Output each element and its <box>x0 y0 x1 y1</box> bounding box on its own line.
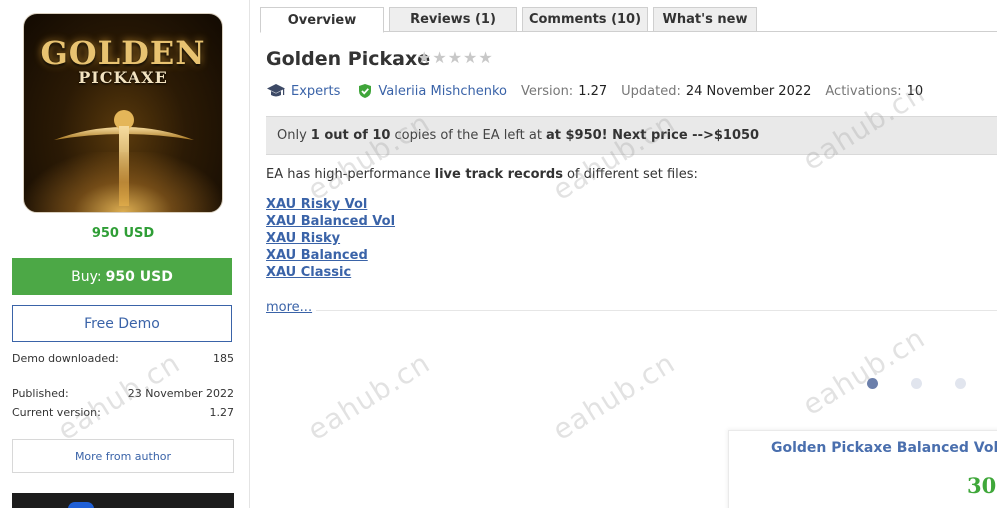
star-icon[interactable]: ★ <box>478 48 492 67</box>
price-label: 950 USD <box>91 226 155 241</box>
carousel-dot-1[interactable] <box>867 378 878 389</box>
version-value: 1.27 <box>578 83 608 99</box>
current-version-row: Current version: 1.27 <box>12 406 234 419</box>
notice-bold-2: at $950! Next price -->$1050 <box>545 128 760 143</box>
screenshot-card[interactable]: Golden Pickaxe Balanced Vol 30 <box>728 430 997 508</box>
published-label: Published: <box>12 387 69 400</box>
link-xau-balanced-vol[interactable]: XAU Balanced Vol <box>266 213 395 230</box>
description-text: EA has high-performance live track record… <box>266 167 698 182</box>
more-link[interactable]: more... <box>266 300 312 315</box>
carousel-dots <box>867 378 997 389</box>
product-image-subtitle: PICKAXE <box>78 68 168 87</box>
notice-bold-1: 1 out of 10 <box>310 128 391 143</box>
current-version-label: Current version: <box>12 406 101 419</box>
link-xau-classic[interactable]: XAU Classic <box>266 264 395 281</box>
set-file-links: XAU Risky Vol XAU Balanced Vol XAU Risky… <box>266 196 395 281</box>
demo-downloaded-label: Demo downloaded: <box>12 352 119 365</box>
link-xau-risky-vol[interactable]: XAU Risky Vol <box>266 196 395 213</box>
tab-comments[interactable]: Comments (10) <box>522 7 648 32</box>
more-from-author-button[interactable]: More from author <box>12 439 234 473</box>
card-title: Golden Pickaxe Balanced Vol <box>771 440 997 456</box>
activations-label: Activations: <box>825 83 902 99</box>
buy-button-price: 950 USD <box>105 268 173 285</box>
content-divider <box>266 310 997 311</box>
sparkles-decoration <box>24 152 222 212</box>
description-bold: live track records <box>434 167 563 182</box>
carousel-dot-2[interactable] <box>911 378 922 389</box>
activations-value: 10 <box>906 83 924 99</box>
tab-whats-new[interactable]: What's new <box>653 7 757 32</box>
star-icon[interactable]: ★ <box>432 48 446 67</box>
tab-reviews[interactable]: Reviews (1) <box>389 7 517 32</box>
author-link[interactable]: Valeriia Mishchenko <box>378 84 507 99</box>
carousel-dot-3[interactable] <box>955 378 966 389</box>
buy-button[interactable]: Buy: 950 USD <box>12 258 232 295</box>
product-image[interactable]: GOLDEN PICKAXE <box>23 13 223 213</box>
limited-copies-notice: Only 1 out of 10 copies of the EA left a… <box>266 116 997 155</box>
updated-label: Updated: <box>621 83 681 99</box>
rating-stars[interactable]: ★ ★ ★ ★ ★ <box>417 48 494 67</box>
link-xau-risky[interactable]: XAU Risky <box>266 230 395 247</box>
category-link[interactable]: Experts <box>291 84 340 99</box>
banner-logo-icon <box>68 502 94 508</box>
notice-text-2: copies of the EA left at <box>394 128 542 143</box>
demo-downloaded-value: 185 <box>213 352 234 365</box>
star-icon[interactable]: ★ <box>448 48 462 67</box>
product-image-title: GOLDEN <box>40 34 206 72</box>
notice-text-1: Only <box>277 128 307 143</box>
star-icon[interactable]: ★ <box>417 48 431 67</box>
product-main: Overview Reviews (1) Comments (10) What'… <box>260 0 997 508</box>
card-number: 30 <box>967 473 997 498</box>
updated-value: 24 November 2022 <box>685 83 812 99</box>
tab-bar: Overview Reviews (1) Comments (10) What'… <box>260 7 762 33</box>
promo-banner[interactable] <box>12 493 234 508</box>
description-part-2: of different set files: <box>566 167 698 182</box>
verified-shield-icon <box>359 84 372 98</box>
free-demo-button[interactable]: Free Demo <box>12 305 232 342</box>
description-part-1: EA has high-performance <box>266 167 431 182</box>
demo-downloaded-row: Demo downloaded: 185 <box>12 352 234 365</box>
link-xau-balanced[interactable]: XAU Balanced <box>266 247 395 264</box>
current-version-value: 1.27 <box>209 406 235 419</box>
star-icon[interactable]: ★ <box>463 48 477 67</box>
published-row: Published: 23 November 2022 <box>12 387 234 400</box>
product-title: Golden Pickaxe <box>266 48 431 70</box>
published-value: 23 November 2022 <box>127 387 234 400</box>
product-meta: Experts Valeriia Mishchenko Version: 1.2… <box>266 83 923 99</box>
tab-overview[interactable]: Overview <box>260 7 384 33</box>
version-label: Version: <box>521 83 574 99</box>
graduation-cap-icon <box>267 84 285 97</box>
buy-button-label: Buy: <box>71 268 102 285</box>
product-sidebar: GOLDEN PICKAXE 950 USD Buy: 950 USD Free… <box>0 0 250 508</box>
